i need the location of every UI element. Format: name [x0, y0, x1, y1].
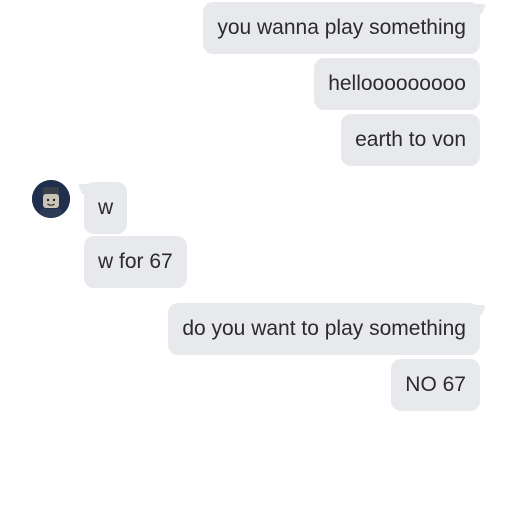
- message-bubble-incoming[interactable]: w for 67: [84, 236, 187, 288]
- message-bubble-incoming[interactable]: w: [84, 182, 128, 234]
- message-bubble-outgoing[interactable]: hellooooooooo: [314, 58, 480, 110]
- message-text: hellooooooooo: [328, 72, 466, 95]
- message-bubble-outgoing[interactable]: do you want to play something: [168, 303, 480, 355]
- message-text: earth to von: [355, 128, 466, 151]
- message-bubble-outgoing[interactable]: earth to von: [341, 114, 480, 166]
- message-bubble-outgoing[interactable]: NO 67: [391, 359, 480, 411]
- chat-thread: you wanna play something hellooooooooo e…: [0, 0, 512, 512]
- message-text: NO 67: [405, 373, 466, 396]
- message-text: w: [98, 196, 114, 219]
- message-bubble-outgoing[interactable]: you wanna play something: [203, 2, 480, 54]
- roblox-avatar-icon[interactable]: [32, 180, 70, 218]
- message-text: you wanna play something: [217, 16, 466, 39]
- message-text: do you want to play something: [182, 317, 466, 340]
- message-text: w for 67: [98, 250, 173, 273]
- avatar-image: [32, 180, 70, 218]
